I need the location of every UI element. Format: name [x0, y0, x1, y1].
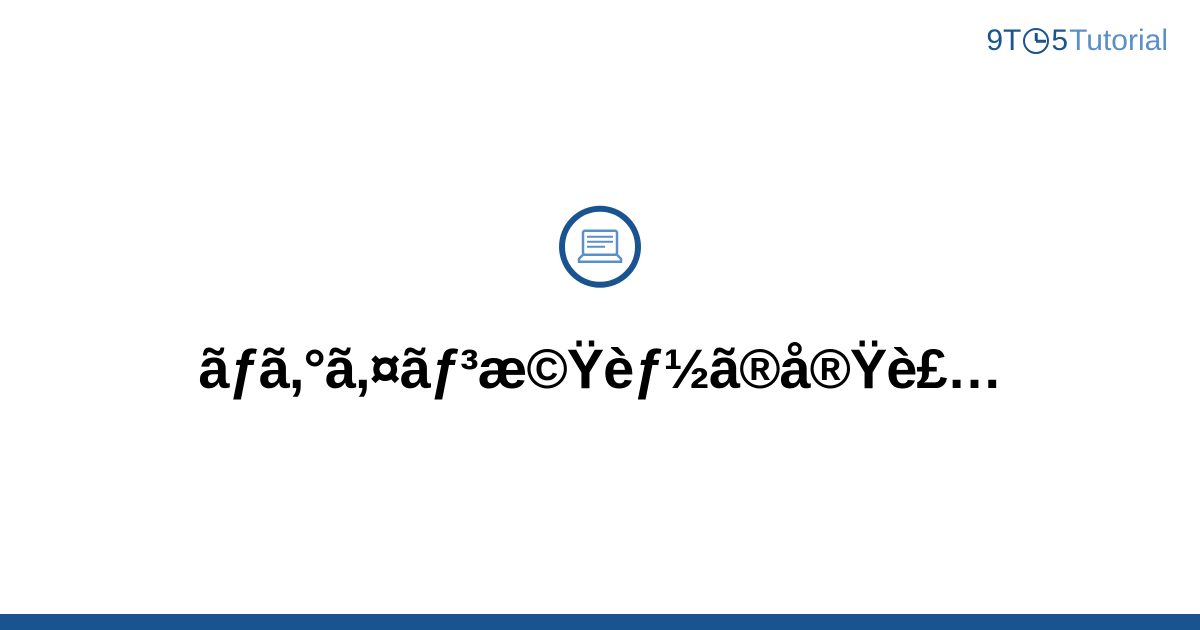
page-title: ãƒã,°ã,¤ãƒ³æ©Ÿèƒ½ã®å®Ÿè£… — [198, 336, 1001, 401]
footer-bar — [0, 614, 1200, 630]
main-content: ãƒã,°ã,¤ãƒ³æ©Ÿèƒ½ã®å®Ÿè£… — [0, 206, 1200, 401]
brand-logo: 9T 5 Tutorial — [986, 24, 1168, 58]
logo-middle: 5 — [1051, 24, 1068, 58]
logo-suffix: Tutorial — [1069, 24, 1168, 58]
logo-prefix: 9T — [986, 24, 1021, 58]
laptop-badge — [559, 206, 641, 288]
laptop-icon — [577, 229, 623, 265]
clock-icon — [1023, 28, 1049, 54]
